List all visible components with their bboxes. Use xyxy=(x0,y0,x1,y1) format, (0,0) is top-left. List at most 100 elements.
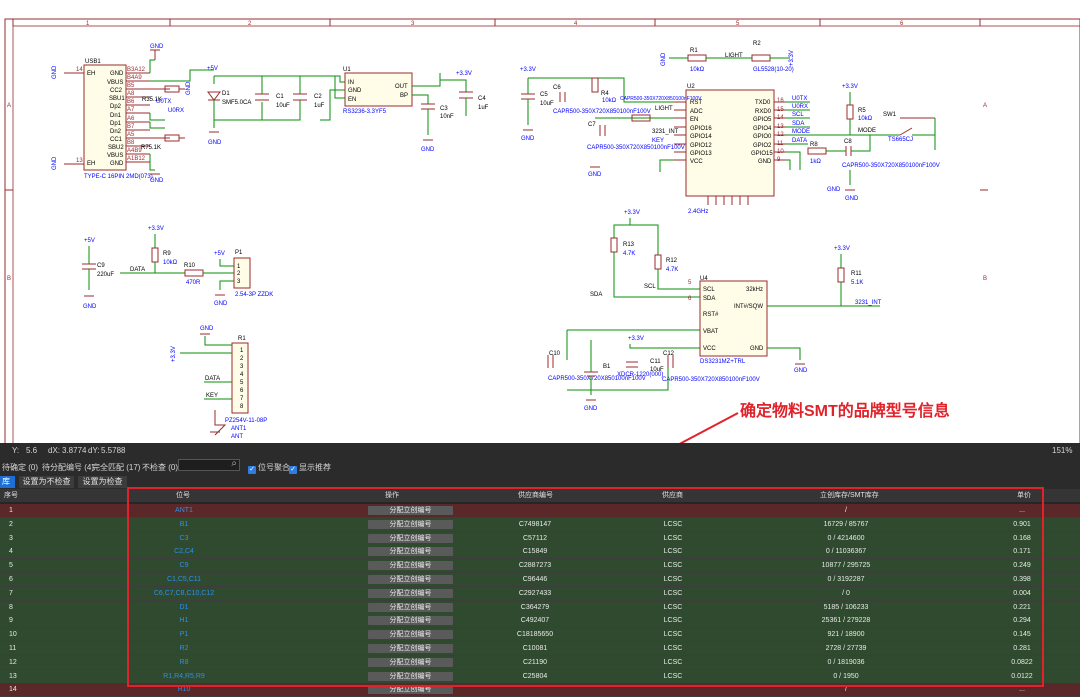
assign-part-button[interactable]: 分配立创编号 xyxy=(368,547,453,557)
row-designator[interactable]: R10 xyxy=(124,683,244,696)
usb-connector[interactable]: USB1 TYPE-C 16PIN 2MD(073) EH GND VBUS C… xyxy=(52,44,214,184)
esp-decoupling[interactable]: +3.3V C5 10uF GND C6 CAPR500-350X720X8501… xyxy=(520,67,702,178)
assign-part-button[interactable]: 分配立创编号 xyxy=(368,533,453,543)
svg-text:R10: R10 xyxy=(184,263,196,269)
mode-switch[interactable]: +3.3V R5 10kΩ MODE SW1 TS665CJ R8 1kΩ C8 C… xyxy=(807,84,940,202)
row-designator[interactable]: H1 xyxy=(124,614,244,627)
set-check-button[interactable]: 设置为检查 xyxy=(78,476,127,488)
svg-text:16: 16 xyxy=(777,98,784,104)
row-index: 6 xyxy=(9,576,13,583)
row-designator[interactable]: C9 xyxy=(124,559,244,572)
assign-part-button[interactable]: 分配立创编号 xyxy=(368,519,453,529)
row-supplier-part: C492407 xyxy=(520,617,550,625)
row-designator[interactable]: C3 xyxy=(124,532,244,545)
svg-text:U4: U4 xyxy=(700,276,708,282)
dx-label: dX: xyxy=(48,446,61,455)
filter-pending[interactable]: 待分配编号 (4) xyxy=(42,462,94,473)
svg-text:SMF5.0CA: SMF5.0CA xyxy=(222,100,251,106)
table-row[interactable]: 4 C2,C4 C15849 LCSC 0 / 11036367 0.171 分配立创编号 xyxy=(0,545,1080,559)
assign-part-button[interactable]: 分配立创编号 xyxy=(368,575,453,584)
svg-text:Dp2: Dp2 xyxy=(110,104,122,110)
table-row[interactable]: 13 R1,R4,R5,R9 C25804 LCSC 0 / 1950 0.0122 分配立… xyxy=(0,669,1080,683)
row-designator[interactable]: R2 xyxy=(124,642,244,655)
assign-part-button[interactable]: 分配立创编号 xyxy=(368,671,453,681)
svg-text:CAPR500-350X720X850100nF100V: CAPR500-350X720X850100nF100V xyxy=(620,96,702,102)
merge-checkbox[interactable]: ✓ 位号聚合 xyxy=(248,462,290,474)
col-index[interactable]: 序号 xyxy=(4,489,18,502)
ldo-u1[interactable]: U1 RS3236-3.3YF5 IN GND EN OUT BP C3 10nF… xyxy=(320,67,489,153)
search-input[interactable]: ⌕ xyxy=(178,458,240,471)
col-supplier-part[interactable]: 供应商编号 xyxy=(518,489,553,502)
svg-text:Dp1: Dp1 xyxy=(110,121,122,127)
table-row[interactable]: 6 C1,C5,C11 C96446 LCSC 0 / 3192287 0.398 分配立创… xyxy=(0,573,1080,586)
assign-part-button[interactable]: 分配立创编号 xyxy=(368,506,453,515)
svg-text:GPIO13: GPIO13 xyxy=(690,151,712,157)
row-designator[interactable]: C2,C4 xyxy=(124,545,244,558)
assign-part-button[interactable]: 分配立创编号 xyxy=(368,685,453,695)
table-row[interactable]: 10 P1 C18185650 LCSC 921 / 18900 0.145 分配立创编号 xyxy=(0,628,1080,642)
filter-unconfirmed[interactable]: 待确定 (0) xyxy=(2,462,38,473)
table-row[interactable]: 9 H1 C492407 LCSC 25361 / 279228 0.294 分配立创编号 xyxy=(0,614,1080,628)
row-designator[interactable]: C1,C5,C11 xyxy=(124,573,244,586)
col-action[interactable]: 操作 xyxy=(385,489,399,502)
col-unit-price[interactable]: 单价 xyxy=(1017,489,1031,502)
assign-part-button[interactable]: 分配立创编号 xyxy=(368,644,453,653)
svg-text:1uF: 1uF xyxy=(478,105,489,111)
assign-part-button[interactable]: 分配立创编号 xyxy=(368,561,453,571)
col-designator[interactable]: 位号 xyxy=(176,489,190,502)
row-designator[interactable]: P1 xyxy=(124,628,244,641)
svg-text:GPIO16: GPIO16 xyxy=(690,126,712,132)
table-row[interactable]: 11 R2 C10081 LCSC 2728 / 27739 0.281 分配立创编号 xyxy=(0,642,1080,655)
schematic-canvas[interactable]: 1 2 3 4 5 6 A A B B USB1 TYPE-C 16PIN 2M… xyxy=(0,0,1080,443)
zoom-level[interactable]: 151% xyxy=(1052,443,1072,458)
assign-part-button[interactable]: 分配立创编号 xyxy=(368,602,453,612)
light-sensor[interactable]: R1 10kΩ LIGHT R2 GL5528(10-20) GND +3.3V xyxy=(661,41,795,73)
filter-unchecked[interactable]: 不检查 (0) xyxy=(142,462,178,473)
svg-text:32kHz: 32kHz xyxy=(746,287,763,293)
table-row[interactable]: 3 C3 C57112 LCSC 0 / 4214600 0.168 分配立创编号 xyxy=(0,531,1080,545)
svg-text:CAPR500-350X720X850100nF100V: CAPR500-350X720X850100nF100V xyxy=(553,109,651,115)
row-designator[interactable]: C6,C7,C8,C10,C12 xyxy=(124,587,244,600)
tab-library[interactable]: 库 xyxy=(0,476,15,488)
row-designator[interactable]: B1 xyxy=(124,518,244,531)
assign-part-button[interactable]: 分配立创编号 xyxy=(368,657,453,667)
assign-part-button[interactable]: 分配立创编号 xyxy=(368,630,453,640)
rtc-u4[interactable]: +3.3V R13 4.7K R12 4.7K U4 DS3231MZ+TRL SC… xyxy=(547,210,882,412)
row-supplier-part xyxy=(475,683,595,696)
table-row[interactable]: 8 D1 C364279 LCSC 5185 / 106233 0.221 分配立创编号 xyxy=(0,600,1080,614)
filter-matched[interactable]: 完全匹配 (17) xyxy=(92,462,140,473)
table-row[interactable]: 12 R8 C21190 LCSC 0 / 1819036 0.0822 分配立创编号 xyxy=(0,655,1080,669)
row-designator[interactable]: D1 xyxy=(124,601,244,614)
row-supplier-part: C21190 xyxy=(522,658,547,666)
svg-text:SDA: SDA xyxy=(590,292,602,298)
svg-text:+3.3V: +3.3V xyxy=(842,84,858,90)
table-row[interactable]: 1 ANT1 /... 分配立创编号 xyxy=(0,504,1080,517)
svg-text:GND: GND xyxy=(421,147,435,153)
row-supplier-part xyxy=(475,504,595,517)
power-input-section[interactable]: +5V D1 SMF5.0CA GND C1 10uF C2 1uF xyxy=(207,66,345,146)
search-icon[interactable]: ⌕ xyxy=(231,458,237,469)
table-row[interactable]: 2 B1 C7498147 LCSC 16729 / 85767 0.901 分配立创编号 xyxy=(0,517,1080,531)
table-row[interactable]: 5 C9 C2887273 LCSC 10877 / 295725 0.249 分配立创编号 xyxy=(0,559,1080,573)
data-connector-p1[interactable]: +5V C9 220uF GND +3.3V R9 10kΩ DATA R10 470… xyxy=(82,226,273,310)
col-stock[interactable]: 立创库存/SMT库存 xyxy=(820,489,879,502)
assign-part-button[interactable]: 分配立创编号 xyxy=(368,588,453,598)
col-supplier[interactable]: 供应商 xyxy=(662,489,683,502)
row-supplier: LCSC xyxy=(663,603,683,611)
assign-part-button[interactable]: 分配立创编号 xyxy=(368,616,453,626)
svg-text:C1: C1 xyxy=(276,94,284,100)
svg-text:B6: B6 xyxy=(127,99,135,105)
row-designator[interactable]: R8 xyxy=(124,656,244,669)
table-row[interactable]: 14 R10 /... 分配立创编号 xyxy=(0,683,1080,697)
svg-text:GND: GND xyxy=(521,136,535,142)
show-recommend-checkbox[interactable]: ✓ 显示推荐 xyxy=(289,462,331,474)
row-supplier: LCSC xyxy=(663,631,683,639)
svg-text:+5V: +5V xyxy=(207,66,218,72)
table-row[interactable]: 7 C6,C7,C8,C10,C12 C2927433 LCSC / 0 0.004 分配立… xyxy=(0,586,1080,600)
row-designator[interactable]: R1,R4,R5,R9 xyxy=(124,670,244,683)
set-uncheck-button[interactable]: 设置为不检查 xyxy=(19,476,74,488)
row-supplier-part: C10081 xyxy=(522,645,548,652)
row-designator[interactable]: ANT1 xyxy=(124,504,244,517)
svg-text:VBUS: VBUS xyxy=(107,153,123,159)
header-connector[interactable]: R1 PZ254V-11-08P 12 34 56 78 GND +3.3V D… xyxy=(171,326,267,440)
